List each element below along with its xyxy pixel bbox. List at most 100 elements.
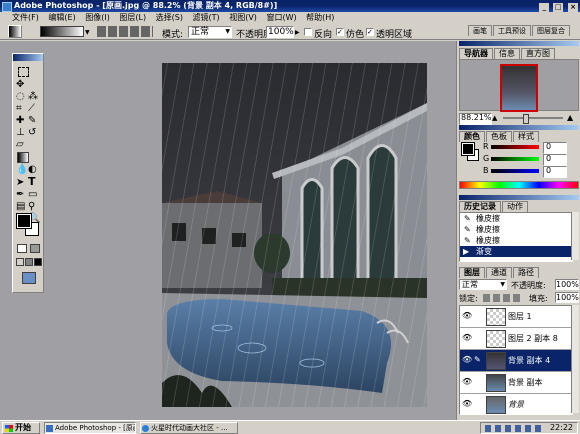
menu-select[interactable]: 选择(S) bbox=[156, 13, 183, 22]
taskbar-task-browser[interactable]: 火星时代动画大社区 - ... bbox=[140, 422, 238, 434]
crop-tool-icon[interactable]: ⌗ bbox=[16, 103, 28, 115]
color-fg-swatch[interactable] bbox=[461, 142, 475, 156]
channel-b-slider[interactable] bbox=[491, 169, 539, 173]
menu-view[interactable]: 视图(V) bbox=[229, 13, 257, 22]
history-scrollbar[interactable] bbox=[571, 212, 579, 260]
opacity-arrow-icon[interactable]: ▶ bbox=[295, 29, 300, 36]
zoom-out-icon[interactable]: ▲ bbox=[492, 114, 497, 122]
blend-mode-select[interactable]: 正常 ▼ bbox=[459, 279, 507, 290]
eraser-tool-icon[interactable]: ▱ bbox=[16, 139, 28, 151]
start-button[interactable]: 开始 bbox=[2, 422, 40, 434]
tab-history[interactable]: 历史记录 bbox=[459, 201, 501, 212]
taskbar-task-photoshop[interactable]: Adobe Photoshop - [原画... bbox=[44, 422, 136, 434]
blur-tool-icon[interactable]: 💧 bbox=[16, 164, 28, 176]
gradient-tool-icon-box[interactable] bbox=[17, 152, 29, 163]
lasso-tool-icon[interactable]: ◌ bbox=[16, 91, 28, 103]
navigator-thumbnail[interactable] bbox=[500, 64, 538, 112]
menu-layer[interactable]: 图层(L) bbox=[119, 13, 146, 22]
lock-icons[interactable] bbox=[483, 294, 523, 302]
history-item[interactable]: ✎ 橡皮擦 bbox=[460, 224, 572, 235]
brush-tool-icon[interactable]: ✎ bbox=[28, 115, 40, 127]
gradient-tool-icon[interactable] bbox=[8, 25, 22, 38]
close-button[interactable]: × bbox=[568, 3, 578, 12]
gradient-type-icons[interactable] bbox=[97, 26, 153, 37]
menu-file[interactable]: 文件(F) bbox=[12, 13, 39, 22]
menu-edit[interactable]: 编辑(E) bbox=[48, 13, 75, 22]
menu-image[interactable]: 图像(I) bbox=[85, 13, 110, 22]
quickmask-icon[interactable] bbox=[17, 244, 27, 253]
path-select-icon[interactable]: ➤ bbox=[16, 177, 28, 189]
well-tab-tool-presets[interactable]: 工具预设 bbox=[493, 25, 531, 36]
tab-swatches[interactable]: 色板 bbox=[486, 131, 512, 142]
zoom-slider[interactable] bbox=[503, 117, 563, 119]
tab-actions[interactable]: 动作 bbox=[502, 201, 528, 212]
tray-icons[interactable] bbox=[485, 425, 541, 432]
layer-row[interactable]: 👁 图层 2 副本 8 bbox=[460, 328, 572, 350]
layers-scrollbar[interactable] bbox=[571, 305, 579, 413]
screen-mode-icon-3[interactable] bbox=[34, 258, 42, 266]
well-tab-layer-comps[interactable]: 图层复合 bbox=[532, 25, 570, 36]
fill-input[interactable]: 100% bbox=[555, 292, 579, 303]
maximize-button[interactable]: □ bbox=[553, 3, 564, 12]
transparency-checkbox[interactable]: ✓ bbox=[366, 28, 374, 36]
layer-row-selected[interactable]: 👁 ✎ 背景 副本 4 bbox=[460, 350, 572, 372]
menu-help[interactable]: 帮助(H) bbox=[306, 13, 334, 22]
menu-filter[interactable]: 滤镜(T) bbox=[193, 13, 220, 22]
layer-opacity-input[interactable]: 100% bbox=[555, 279, 579, 290]
notes-tool-icon[interactable]: ▤ bbox=[16, 201, 28, 213]
reverse-checkbox[interactable] bbox=[304, 28, 312, 36]
magic-wand-icon[interactable]: ⁂ bbox=[28, 91, 40, 103]
gradient-dropdown-icon[interactable]: ▼ bbox=[85, 29, 90, 36]
layer-row[interactable]: 👁 背景 副本 bbox=[460, 372, 572, 394]
tab-navigator[interactable]: 导航器 bbox=[459, 48, 493, 59]
tab-styles[interactable]: 样式 bbox=[513, 131, 539, 142]
type-tool-icon[interactable]: T bbox=[28, 176, 40, 188]
well-tab-brushes[interactable]: 画笔 bbox=[468, 25, 492, 36]
gradient-preview-swatch[interactable] bbox=[40, 26, 84, 37]
eyedropper-icon[interactable]: ⚲ bbox=[28, 201, 40, 213]
screen-mode-icon-1[interactable] bbox=[16, 258, 24, 266]
eye-icon[interactable]: 👁 bbox=[462, 333, 472, 342]
channel-b-input[interactable]: 0 bbox=[543, 166, 567, 178]
marquee-tool-icon[interactable] bbox=[18, 67, 29, 77]
shape-tool-icon[interactable]: ▭ bbox=[28, 189, 40, 201]
history-brush-icon[interactable]: ↺ bbox=[28, 127, 40, 139]
layer-row[interactable]: 👁 背景 bbox=[460, 394, 572, 414]
minimize-button[interactable]: _ bbox=[539, 3, 550, 12]
layer-row[interactable]: 👁 图层 1 bbox=[460, 306, 572, 328]
channel-g-input[interactable]: 0 bbox=[543, 154, 567, 166]
slice-tool-icon[interactable]: ⟋ bbox=[28, 103, 40, 115]
opacity-input[interactable]: 100% bbox=[266, 26, 294, 38]
history-item[interactable]: ✎ 橡皮擦 bbox=[460, 213, 572, 224]
quickmask-on-icon[interactable] bbox=[30, 244, 40, 253]
channel-g-slider[interactable] bbox=[491, 157, 539, 161]
clone-stamp-icon[interactable]: ⊥ bbox=[16, 127, 28, 139]
eye-icon[interactable]: 👁 bbox=[462, 311, 472, 320]
tab-paths[interactable]: 路径 bbox=[513, 267, 539, 278]
screen-mode-icon-2[interactable] bbox=[25, 258, 33, 266]
imageready-icon[interactable] bbox=[22, 272, 36, 284]
foreground-color-swatch[interactable] bbox=[16, 213, 32, 229]
tab-histogram[interactable]: 直方图 bbox=[521, 48, 555, 59]
move-tool-icon[interactable]: ✥ bbox=[16, 79, 28, 91]
history-item-selected[interactable]: ▶ 渐变 bbox=[460, 246, 572, 257]
navigator-zoom-input[interactable]: 88.21% bbox=[459, 113, 492, 125]
tab-layers[interactable]: 图层 bbox=[459, 267, 485, 278]
mode-select[interactable]: 正常 ▼ bbox=[188, 26, 232, 38]
channel-r-slider[interactable] bbox=[491, 145, 539, 149]
tab-info[interactable]: 信息 bbox=[494, 48, 520, 59]
zoom-slider-thumb[interactable] bbox=[523, 114, 529, 124]
tab-channels[interactable]: 通道 bbox=[486, 267, 512, 278]
eye-icon[interactable]: 👁 bbox=[462, 399, 472, 408]
pen-tool-icon[interactable]: ✒ bbox=[16, 189, 28, 201]
channel-r-input[interactable]: 0 bbox=[543, 142, 567, 154]
dither-checkbox[interactable]: ✓ bbox=[336, 28, 344, 36]
document-canvas[interactable] bbox=[162, 63, 427, 407]
eye-icon[interactable]: 👁 bbox=[462, 377, 472, 386]
menu-window[interactable]: 窗口(W) bbox=[266, 13, 296, 22]
tab-color[interactable]: 颜色 bbox=[459, 131, 485, 142]
eye-icon[interactable]: 👁 bbox=[462, 355, 472, 364]
history-item[interactable]: ✎ 橡皮擦 bbox=[460, 235, 572, 246]
healing-brush-icon[interactable]: ✚ bbox=[16, 115, 28, 127]
color-spectrum-bar[interactable] bbox=[459, 181, 579, 189]
